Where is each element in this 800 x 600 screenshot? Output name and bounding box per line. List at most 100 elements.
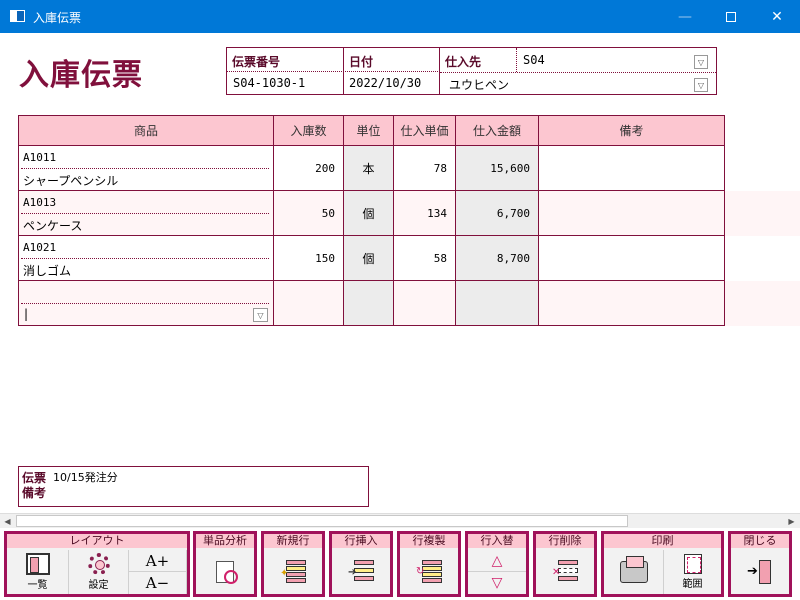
voucher-memo: 伝票 備考 10/15発注分 (18, 466, 369, 507)
layout-group-label: レイアウト (7, 534, 187, 548)
window-title: 入庫伝票 (33, 11, 82, 25)
list-view-label: 一覧 (27, 580, 48, 591)
analysis-group-label: 単品分析 (196, 534, 254, 548)
unit-cell: 本 (343, 145, 394, 191)
item-analysis-button[interactable] (196, 550, 254, 594)
delete-row-label: 行削除 (536, 534, 594, 548)
col-header-note: 備考 (538, 115, 725, 146)
col-header-amount: 仕入金額 (455, 115, 539, 146)
new-row-group: 新規行 ✦ (261, 531, 325, 597)
triangle-up-icon: △ (491, 552, 503, 569)
table-row: A1013 ペンケース 50 個 134 6,700 (18, 190, 725, 236)
memo-label: 伝票 備考 (22, 471, 47, 500)
product-cell[interactable]: A1013 ペンケース (18, 190, 274, 236)
price-cell[interactable] (393, 280, 456, 326)
qty-cell[interactable] (273, 280, 344, 326)
font-size-up-button[interactable]: A+ (129, 550, 187, 572)
note-cell[interactable] (538, 145, 725, 191)
font-size-up-icon: A+ (145, 551, 170, 570)
product-cell[interactable]: A1011 シャープペンシル (18, 145, 274, 191)
printer-icon (619, 556, 648, 583)
move-row-down-button[interactable]: ▽ (468, 572, 526, 594)
supplier-name-dropdown-icon[interactable]: ▽ (694, 78, 708, 92)
qty-cell[interactable]: 200 (273, 145, 344, 191)
note-cell[interactable] (538, 280, 725, 326)
detail-table: 商品 入庫数 単位 仕入単価 仕入金額 備考 A1011 シャープペンシル 20… (18, 115, 725, 326)
close-form-button[interactable] (731, 550, 789, 594)
voucher-no-label: 伝票番号 (232, 55, 281, 69)
delete-row-icon: ✕ (552, 560, 578, 584)
new-row-icon: ✦ (280, 560, 306, 584)
product-name: 消しゴム (23, 264, 72, 278)
close-window-button[interactable]: ✕ (754, 0, 800, 33)
supplier-code-field[interactable]: S04 (523, 53, 545, 67)
price-cell[interactable]: 58 (393, 235, 456, 281)
product-dropdown-icon[interactable]: ▽ (253, 308, 268, 322)
settings-button[interactable]: 設定 (69, 550, 129, 594)
magnifier-icon (216, 561, 238, 584)
date-label: 日付 (349, 55, 374, 69)
scroll-right-icon[interactable]: ▶ (784, 514, 799, 528)
price-cell[interactable]: 78 (393, 145, 456, 191)
product-cell[interactable]: | ▽ (18, 280, 274, 326)
note-cell[interactable] (538, 190, 725, 236)
title-bar: 入庫伝票 — ✕ (0, 0, 800, 33)
unit-cell: 個 (343, 190, 394, 236)
voucher-header: 伝票番号 S04-1030-1 日付 2022/10/30 仕入先 S04 ▽ … (226, 47, 717, 95)
copy-row-icon: ↻ (416, 560, 442, 584)
print-range-icon (683, 554, 702, 574)
horizontal-scrollbar[interactable]: ◀ ▶ (0, 513, 800, 528)
col-header-unit: 単位 (343, 115, 394, 146)
supplier-label: 仕入先 (445, 55, 482, 69)
swap-row-group: 行入替 △ ▽ (465, 531, 529, 597)
delete-row-button[interactable]: ✕ (536, 550, 594, 594)
form-title: 入庫伝票 (19, 58, 143, 93)
memo-field[interactable]: 10/15発注分 (53, 469, 118, 485)
unit-cell (343, 280, 394, 326)
print-range-button[interactable]: 範囲 (664, 550, 721, 594)
copy-row-group: 行複製 ↻ (397, 531, 461, 597)
col-header-product: 商品 (18, 115, 274, 146)
amount-cell: 15,600 (455, 145, 539, 191)
amount-cell (455, 280, 539, 326)
price-cell[interactable]: 134 (393, 190, 456, 236)
supplier-name-field[interactable]: ユウヒペン (449, 76, 509, 93)
unit-cell: 個 (343, 235, 394, 281)
swap-row-label: 行入替 (468, 534, 526, 548)
table-row: A1021 消しゴム 150 個 58 8,700 (18, 235, 725, 281)
settings-label: 設定 (88, 580, 109, 591)
product-code: A1013 (23, 196, 57, 209)
move-row-up-button[interactable]: △ (468, 550, 526, 572)
qty-cell[interactable]: 150 (273, 235, 344, 281)
supplier-code-dropdown-icon[interactable]: ▽ (694, 55, 708, 69)
list-view-icon (25, 553, 50, 575)
product-name: ペンケース (23, 219, 83, 233)
app-icon (10, 10, 25, 22)
qty-cell[interactable]: 50 (273, 190, 344, 236)
table-row: A1011 シャープペンシル 200 本 78 15,600 (18, 145, 725, 191)
minimize-button[interactable]: — (662, 0, 708, 33)
copy-row-button[interactable]: ↻ (400, 550, 458, 594)
insert-row-icon: ➔ (348, 560, 374, 584)
note-cell[interactable] (538, 235, 725, 281)
font-size-down-button[interactable]: A− (129, 572, 187, 594)
voucher-no-field[interactable]: S04-1030-1 (233, 76, 305, 90)
insert-row-group: 行挿入 ➔ (329, 531, 393, 597)
product-name: シャープペンシル (23, 174, 119, 188)
print-group-label: 印刷 (604, 534, 721, 548)
product-cell[interactable]: A1021 消しゴム (18, 235, 274, 281)
product-code: A1011 (23, 151, 57, 164)
print-button[interactable] (604, 550, 664, 594)
table-header-row: 商品 入庫数 単位 仕入単価 仕入金額 備考 (18, 115, 725, 146)
maximize-button[interactable] (708, 0, 754, 33)
insert-row-button[interactable]: ➔ (332, 550, 390, 594)
triangle-down-icon: ▽ (491, 575, 503, 591)
scroll-left-icon[interactable]: ◀ (0, 514, 15, 528)
text-cursor: | (24, 307, 29, 321)
date-field[interactable]: 2022/10/30 (349, 76, 421, 90)
scroll-thumb[interactable] (16, 515, 628, 527)
list-view-button[interactable]: 一覧 (7, 550, 69, 594)
print-group: 印刷 範囲 (601, 531, 724, 597)
new-row-button[interactable]: ✦ (264, 550, 322, 594)
delete-row-group: 行削除 ✕ (533, 531, 597, 597)
